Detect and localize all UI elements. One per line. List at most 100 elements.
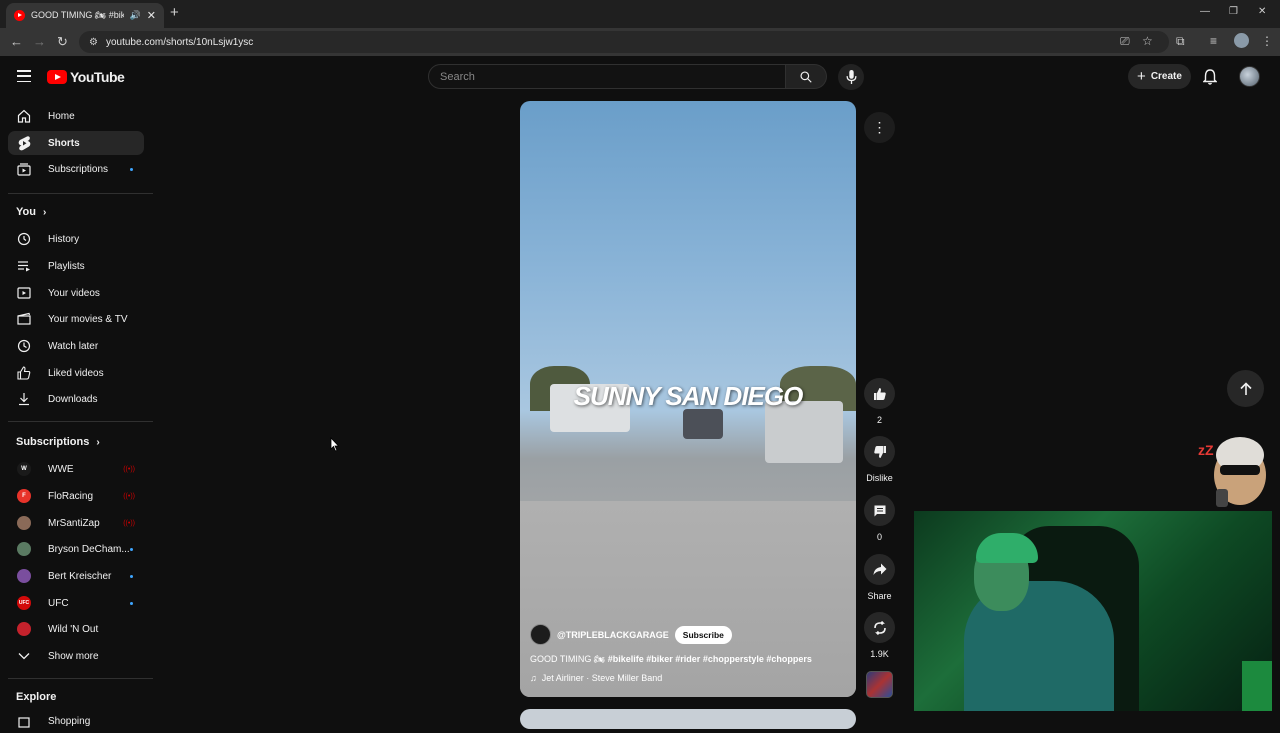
- more-options-button[interactable]: ⋮: [864, 112, 895, 143]
- sidebar-item-shopping[interactable]: Shopping: [8, 709, 144, 733]
- browser-profile-avatar[interactable]: [1234, 33, 1249, 48]
- search-input[interactable]: Search: [428, 64, 786, 89]
- notifications-bell-icon[interactable]: [1203, 69, 1217, 85]
- sidebar-channel-mrsantizap[interactable]: MrSantiZap ((•)): [8, 511, 144, 535]
- new-tab-icon[interactable]: +: [170, 4, 179, 21]
- music-note-icon: ♫: [530, 673, 537, 683]
- create-button[interactable]: + Create: [1128, 64, 1191, 89]
- home-icon: [17, 109, 31, 123]
- browser-menu-icon[interactable]: ⋮: [1261, 34, 1273, 48]
- speaker-icon[interactable]: 🔊: [130, 10, 141, 21]
- site-info-icon[interactable]: ⚙: [89, 37, 98, 48]
- comments-button[interactable]: [864, 495, 895, 526]
- sidebar-item-watch-later[interactable]: Watch later: [8, 334, 144, 358]
- media-controls-icon[interactable]: ≡: [1210, 34, 1217, 48]
- remix-button[interactable]: [864, 612, 895, 643]
- youtube-logo[interactable]: YouTube: [47, 69, 125, 85]
- share-button[interactable]: [864, 554, 895, 585]
- install-app-icon[interactable]: ⎚: [1120, 34, 1130, 49]
- subscriptions-icon: [17, 162, 31, 176]
- new-content-dot: [130, 601, 133, 605]
- channel-name: WWE: [48, 463, 74, 475]
- video-title-text: GOOD TIMING 🏍: [530, 654, 608, 664]
- sidebar-item-label: Home: [48, 110, 75, 122]
- youtube-header: YouTube Search + Create: [0, 56, 1280, 98]
- dislike-button[interactable]: [864, 436, 895, 467]
- remix-action[interactable]: 1.9K: [864, 612, 895, 659]
- youtube-play-logo-icon: [47, 70, 67, 84]
- sidebar-guide: Home Shorts Subscriptions You › History …: [0, 98, 154, 728]
- sidebar-item-liked-videos[interactable]: Liked videos: [8, 361, 144, 385]
- comments-action[interactable]: 0: [864, 495, 895, 542]
- sidebar-channel-bert-kreischer[interactable]: Bert Kreischer: [8, 564, 144, 588]
- video-overlay-text: SUNNY SAN DIEGO: [573, 381, 804, 411]
- sidebar-channel-bryson[interactable]: Bryson DeCham...: [8, 537, 144, 561]
- reload-icon[interactable]: ↻: [57, 34, 68, 50]
- search-button[interactable]: [786, 64, 827, 89]
- bookmark-star-icon[interactable]: ☆: [1142, 34, 1153, 48]
- like-button[interactable]: [864, 378, 895, 409]
- comment-icon: [874, 505, 885, 516]
- sidebar-channel-wild-n-out[interactable]: Wild 'N Out: [8, 617, 144, 641]
- streamer-webcam-overlay: [914, 511, 1272, 711]
- channel-name: UFC: [48, 597, 69, 609]
- sidebar-channel-floracing[interactable]: F FloRacing ((•)): [8, 484, 144, 508]
- forward-icon[interactable]: →: [33, 34, 46, 49]
- watch-later-icon: [17, 339, 31, 353]
- comment-count: 0: [876, 532, 882, 542]
- dislike-action[interactable]: Dislike: [864, 436, 895, 483]
- channel-avatar: W: [17, 462, 31, 476]
- sidebar-item-history[interactable]: History: [8, 227, 144, 251]
- sidebar-item-movies-tv[interactable]: Your movies & TV: [8, 307, 144, 331]
- logo-text: YouTube: [70, 69, 125, 85]
- close-tab-icon[interactable]: ✕: [147, 9, 156, 22]
- shorts-video-player[interactable]: SUNNY SAN DIEGO @TRIPLEBLACKGARAGE Subsc…: [520, 101, 856, 697]
- sidebar-item-your-videos[interactable]: Your videos: [8, 281, 144, 305]
- address-bar[interactable]: ⚙ youtube.com/shorts/10nLsjw1ysc: [79, 31, 1169, 53]
- sidebar-item-playlists[interactable]: Playlists: [8, 254, 144, 278]
- music-title: Jet Airliner · Steve Miller Band: [541, 673, 663, 683]
- chevron-right-icon: ›: [42, 206, 47, 218]
- sidebar-item-label: Your movies & TV: [48, 313, 128, 325]
- sidebar-item-subscriptions[interactable]: Subscriptions: [8, 157, 144, 181]
- playlists-icon: [17, 259, 31, 273]
- subscribe-button[interactable]: Subscribe: [674, 625, 732, 644]
- sidebar-channel-ufc[interactable]: UFC UFC: [8, 591, 144, 615]
- like-icon: [17, 366, 31, 380]
- maximize-icon[interactable]: ❐: [1229, 6, 1238, 17]
- voice-search-button[interactable]: [838, 64, 864, 90]
- show-more-button[interactable]: Show more: [8, 644, 144, 668]
- video-title[interactable]: GOOD TIMING 🏍 #bikelife #biker #rider #c…: [530, 654, 846, 665]
- video-music[interactable]: ♫ Jet Airliner · Steve Miller Band: [530, 673, 846, 683]
- back-icon[interactable]: ←: [10, 34, 23, 49]
- sidebar-item-home[interactable]: Home: [8, 104, 144, 128]
- hamburger-menu-icon[interactable]: [17, 70, 31, 82]
- youtube-favicon-icon: [14, 10, 25, 21]
- browser-tab-strip: GOOD TIMING 🏍 #bikelife 🔊 ✕ + — ❐ ✕: [0, 0, 1280, 28]
- history-icon: [17, 232, 31, 246]
- previous-short-button[interactable]: [1227, 370, 1264, 407]
- arrow-up-icon: [1239, 381, 1252, 395]
- video-hashtags[interactable]: #bikelife #biker #rider #chopperstyle #c…: [608, 654, 812, 664]
- sidebar-item-downloads[interactable]: Downloads: [8, 387, 144, 411]
- sidebar-item-label: History: [48, 233, 80, 245]
- share-action[interactable]: Share: [864, 554, 895, 601]
- channel-avatar[interactable]: [530, 624, 551, 645]
- minimize-icon[interactable]: —: [1200, 6, 1210, 17]
- next-short-preview[interactable]: [520, 709, 856, 729]
- sound-thumbnail[interactable]: [866, 671, 893, 698]
- you-section-heading[interactable]: You ›: [16, 206, 46, 218]
- share-label: Share: [867, 591, 892, 601]
- sidebar-channel-wwe[interactable]: W WWE ((•)): [8, 457, 144, 481]
- user-avatar[interactable]: [1239, 66, 1260, 87]
- extensions-icon[interactable]: ⧉: [1176, 34, 1185, 49]
- channel-handle[interactable]: @TRIPLEBLACKGARAGE: [557, 630, 669, 640]
- browser-tab[interactable]: GOOD TIMING 🏍 #bikelife 🔊 ✕: [6, 3, 164, 28]
- sidebar-item-shorts[interactable]: Shorts: [8, 131, 144, 155]
- subscriptions-section-heading[interactable]: Subscriptions ›: [16, 436, 100, 448]
- close-window-icon[interactable]: ✕: [1258, 6, 1266, 17]
- sidebar-item-label: Downloads: [48, 393, 98, 405]
- like-action[interactable]: 2: [864, 378, 895, 425]
- sidebar-item-label: Your videos: [48, 287, 100, 299]
- channel-avatar: [17, 516, 31, 530]
